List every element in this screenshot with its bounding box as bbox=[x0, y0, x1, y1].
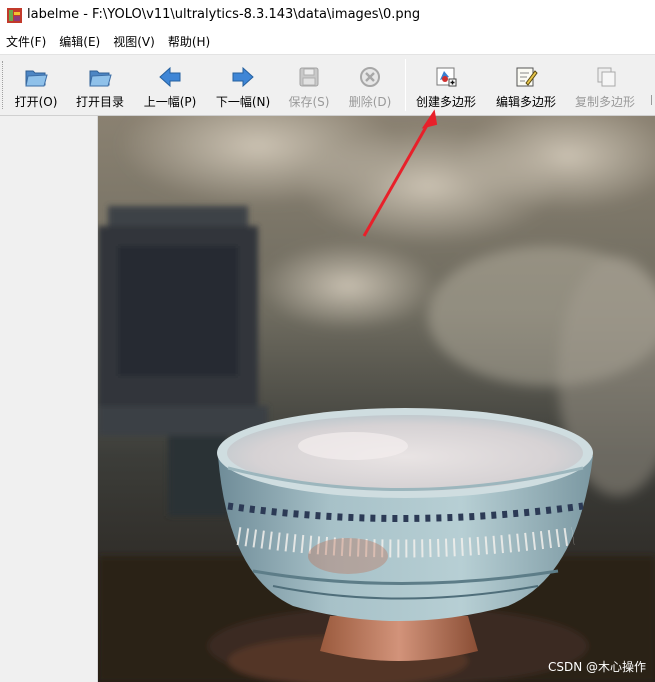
prev-image-button[interactable]: 上一幅(P) bbox=[138, 55, 202, 117]
open-dir-label: 打开目录 bbox=[75, 95, 124, 109]
window-title: labelme - F:\YOLO\v11\ultralytics-8.3.14… bbox=[27, 7, 421, 22]
edit-polygon-button[interactable]: 编辑多边形 bbox=[492, 55, 560, 117]
arrow-left-icon bbox=[156, 64, 184, 90]
toolbar-overflow-edge bbox=[651, 95, 654, 105]
title-bar: labelme - F:\YOLO\v11\ultralytics-8.3.14… bbox=[0, 0, 655, 31]
labelme-app-icon bbox=[7, 8, 22, 23]
copy-polygon-icon bbox=[591, 64, 619, 90]
toolbar-grip[interactable] bbox=[2, 61, 5, 109]
menu-file[interactable]: 文件(F) bbox=[0, 31, 53, 54]
menu-help[interactable]: 帮助(H) bbox=[162, 31, 217, 54]
delete-button[interactable]: 删除(D) bbox=[344, 55, 396, 117]
left-panel bbox=[0, 116, 98, 682]
save-icon bbox=[295, 64, 323, 90]
menu-edit[interactable]: 编辑(E) bbox=[53, 31, 107, 54]
csdn-watermark: CSDN @木心操作 bbox=[547, 660, 646, 674]
prev-image-label: 上一幅(P) bbox=[143, 95, 197, 109]
save-button[interactable]: 保存(S) bbox=[284, 55, 334, 117]
arrow-right-icon bbox=[229, 64, 257, 90]
edit-polygon-label: 编辑多边形 bbox=[495, 95, 556, 109]
toolbar: 打开(O) 打开目录 上一幅(P) 下一幅(N) 保存(S) 删除(D) 创建多… bbox=[0, 54, 655, 116]
delete-icon bbox=[356, 64, 384, 90]
toolbar-separator bbox=[405, 59, 406, 111]
create-polygon-icon bbox=[432, 64, 460, 90]
image-canvas[interactable] bbox=[98, 116, 655, 682]
open-dir-button[interactable]: 打开目录 bbox=[72, 55, 128, 117]
copy-polygon-button[interactable]: 复制多边形 bbox=[571, 55, 639, 117]
copy-polygon-label: 复制多边形 bbox=[574, 95, 635, 109]
delete-label: 删除(D) bbox=[348, 95, 392, 109]
open-button[interactable]: 打开(O) bbox=[10, 55, 62, 117]
folder-open-icon bbox=[86, 64, 114, 90]
edit-polygon-icon bbox=[512, 64, 540, 90]
save-label: 保存(S) bbox=[288, 95, 330, 109]
menu-view[interactable]: 视图(V) bbox=[107, 31, 162, 54]
create-polygon-label: 创建多边形 bbox=[415, 95, 476, 109]
next-image-button[interactable]: 下一幅(N) bbox=[211, 55, 275, 117]
menu-bar: 文件(F) 编辑(E) 视图(V) 帮助(H) bbox=[0, 31, 655, 54]
next-image-label: 下一幅(N) bbox=[215, 95, 271, 109]
open-label: 打开(O) bbox=[14, 95, 58, 109]
folder-open-icon bbox=[22, 64, 50, 90]
bowl-photo bbox=[98, 116, 655, 682]
create-polygon-button[interactable]: 创建多边形 bbox=[413, 55, 479, 117]
